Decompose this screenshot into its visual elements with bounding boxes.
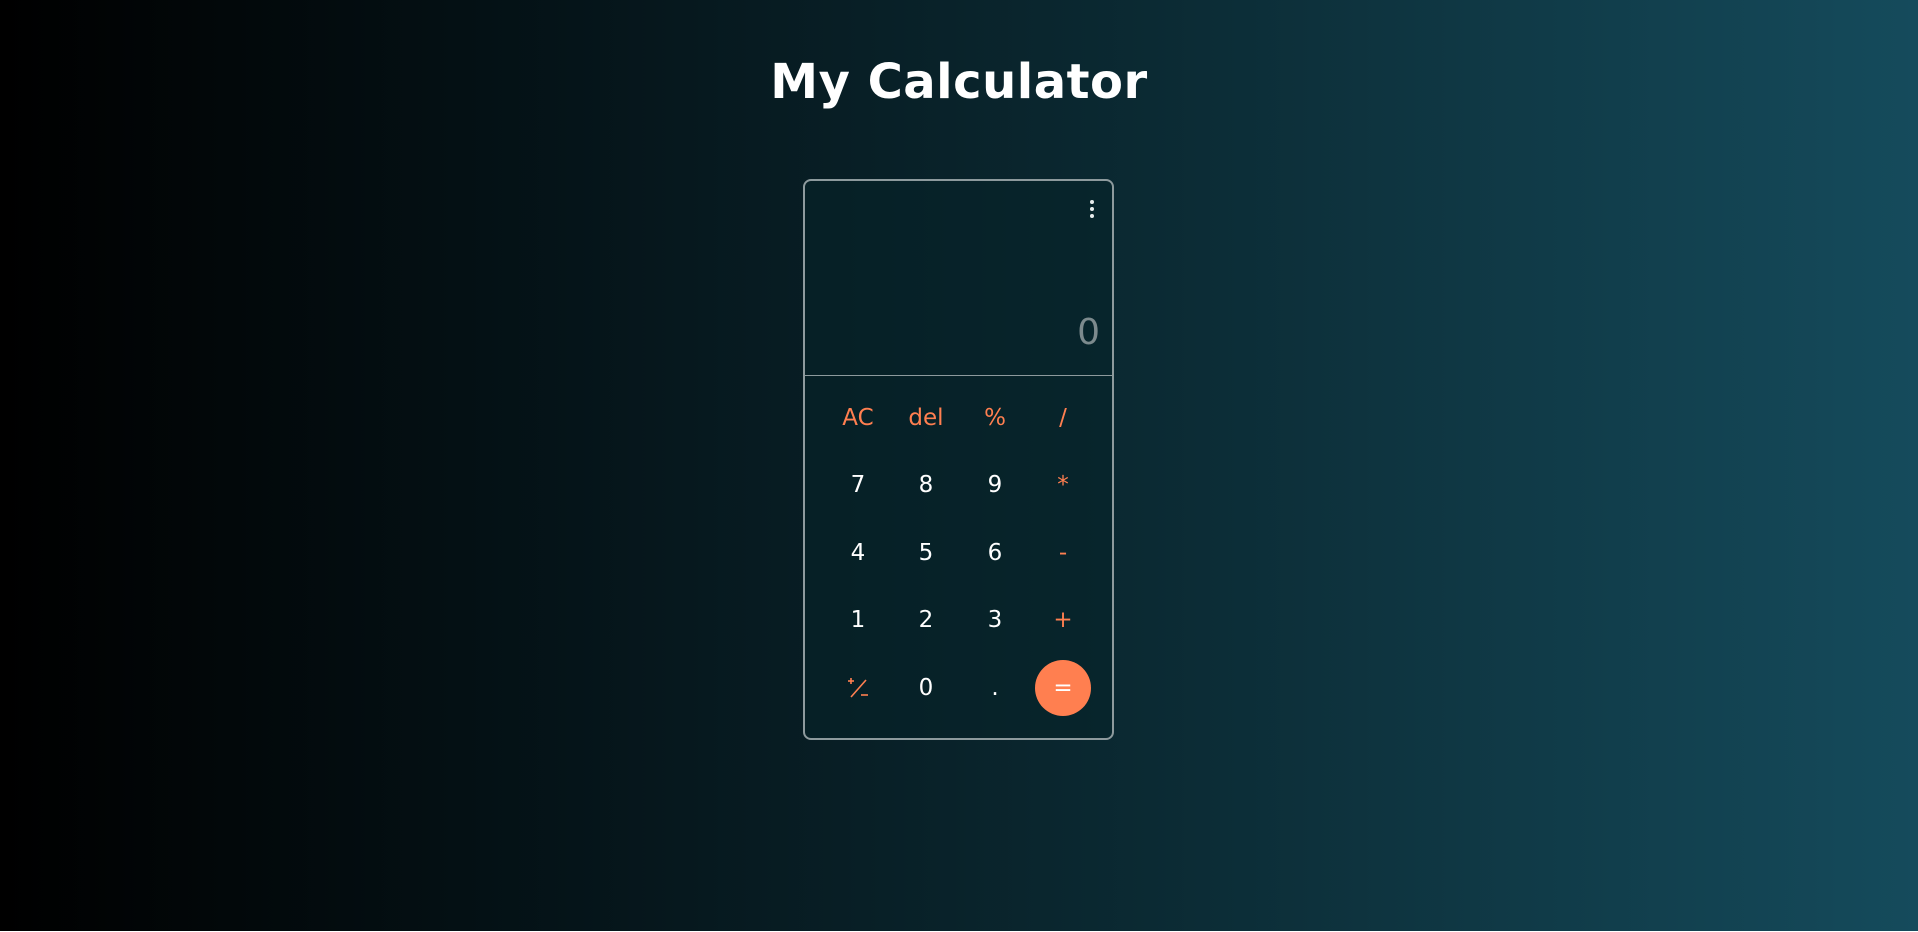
key-all-clear[interactable]: AC [830, 390, 886, 446]
key-plus-minus[interactable] [830, 660, 886, 716]
key-4[interactable]: 4 [830, 525, 886, 581]
key-8[interactable]: 8 [898, 457, 954, 513]
key-9[interactable]: 9 [967, 457, 1023, 513]
key-add[interactable]: + [1035, 592, 1091, 648]
page-background: My Calculator 0 AC del % / 7 8 9 * 4 5 6… [0, 0, 1918, 931]
plus-minus-icon [844, 674, 872, 702]
key-0[interactable]: 0 [898, 660, 954, 716]
key-equals[interactable]: = [1035, 660, 1091, 716]
display-value: 0 [1077, 312, 1100, 353]
calculator-display: 0 [805, 181, 1112, 376]
key-5[interactable]: 5 [898, 525, 954, 581]
key-percent[interactable]: % [967, 390, 1023, 446]
key-delete[interactable]: del [898, 390, 954, 446]
key-2[interactable]: 2 [898, 592, 954, 648]
key-6[interactable]: 6 [967, 525, 1023, 581]
key-divide[interactable]: / [1035, 390, 1091, 446]
key-3[interactable]: 3 [967, 592, 1023, 648]
key-multiply[interactable]: * [1035, 457, 1091, 513]
page-title: My Calculator [770, 54, 1148, 110]
key-7[interactable]: 7 [830, 457, 886, 513]
key-1[interactable]: 1 [830, 592, 886, 648]
key-subtract[interactable]: - [1035, 525, 1091, 581]
calculator: 0 AC del % / 7 8 9 * 4 5 6 - 1 2 3 + 0 .… [803, 179, 1114, 740]
more-vertical-icon[interactable] [1084, 197, 1100, 221]
key-decimal[interactable]: . [967, 660, 1023, 716]
